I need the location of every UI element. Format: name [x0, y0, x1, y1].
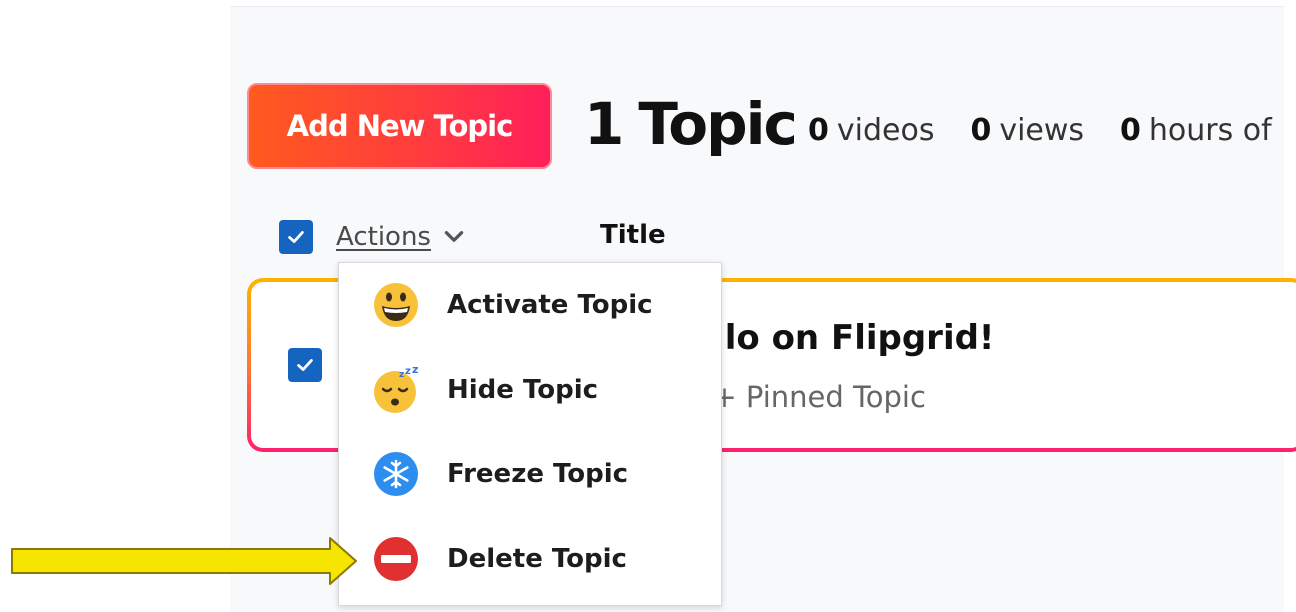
snowflake-icon [374, 452, 418, 496]
chevron-down-icon [444, 231, 464, 242]
stat-videos: 0 videos [808, 113, 935, 148]
actions-label: Actions [336, 222, 431, 252]
menu-item-label: Hide Topic [447, 375, 599, 405]
topic-count-heading: 1 Topic [584, 88, 798, 160]
add-new-topic-button[interactable]: Add New Topic [247, 83, 552, 169]
svg-text:z: z [412, 365, 418, 376]
stat-hours: 0 hours of [1120, 113, 1272, 148]
menu-item-hide-topic[interactable]: z z z Hide Topic [339, 355, 721, 425]
menu-item-delete-topic[interactable]: Delete Topic [339, 524, 721, 594]
title-column-header: Title [600, 220, 666, 250]
sleeping-face-icon: z z z [374, 365, 418, 413]
svg-text:z: z [405, 366, 411, 377]
svg-text:z: z [399, 370, 404, 380]
select-all-checkbox[interactable] [279, 220, 313, 254]
topic-stats: 0 videos 0 views 0 hours of [808, 113, 1272, 153]
no-entry-icon [374, 537, 418, 581]
topic-row-checkbox[interactable] [288, 348, 322, 382]
checkmark-icon [297, 359, 313, 371]
menu-item-label: Activate Topic [447, 290, 653, 320]
menu-item-activate-topic[interactable]: Activate Topic [339, 270, 721, 340]
topic-count-label: Topic [638, 90, 797, 158]
top-bar [230, 0, 1284, 7]
menu-item-label: Freeze Topic [447, 459, 629, 489]
menu-item-label: Delete Topic [447, 544, 627, 574]
grinning-face-icon [374, 283, 418, 327]
actions-menu: Activate Topic z z z Hide Topic Freeze T… [338, 262, 722, 606]
stat-views: 0 views [970, 113, 1085, 148]
topic-title[interactable]: ello on Flipgrid! [690, 318, 994, 358]
topic-count-number: 1 [584, 90, 624, 158]
annotation-arrow-icon [11, 537, 357, 585]
menu-item-freeze-topic[interactable]: Freeze Topic [339, 439, 721, 509]
checkmark-icon [288, 231, 304, 243]
actions-dropdown[interactable]: Actions [336, 220, 467, 254]
topic-subtitle: s + Pinned Topic [688, 380, 926, 414]
